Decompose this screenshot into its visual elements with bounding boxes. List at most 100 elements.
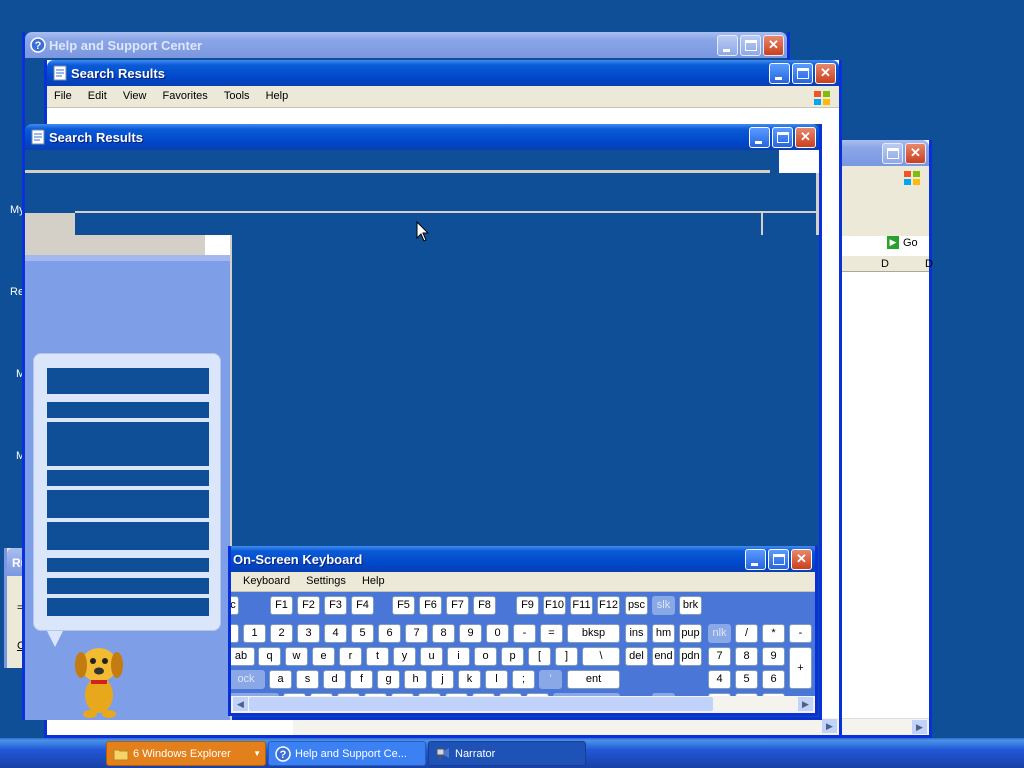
backspace-key[interactable]: bksp	[567, 624, 620, 643]
key[interactable]: F1	[270, 596, 293, 615]
key[interactable]: [	[528, 647, 551, 666]
horizontal-scrollbar[interactable]: ▶	[293, 718, 839, 735]
key[interactable]: 5	[735, 670, 758, 689]
menu-file[interactable]: File	[47, 86, 78, 102]
maximize-button[interactable]	[792, 63, 813, 84]
scroll-thumb[interactable]	[249, 697, 713, 711]
key[interactable]: 2	[270, 624, 293, 643]
key[interactable]: g	[377, 670, 400, 689]
scroll-left-icon[interactable]: ◀	[233, 697, 248, 711]
search-option[interactable]	[47, 598, 209, 616]
key[interactable]: q	[258, 647, 281, 666]
scroll-right-icon[interactable]: ▶	[912, 720, 927, 734]
key[interactable]: del	[625, 647, 648, 666]
key[interactable]: 1	[243, 624, 266, 643]
go-button[interactable]: ▶ Go	[887, 234, 929, 252]
close-button[interactable]: ✕	[763, 35, 784, 56]
key[interactable]: 5	[351, 624, 374, 643]
key[interactable]: y	[393, 647, 416, 666]
key[interactable]: w	[285, 647, 308, 666]
search-option[interactable]	[47, 522, 209, 550]
key[interactable]: p	[501, 647, 524, 666]
menu-view[interactable]: View	[116, 86, 153, 102]
maximize-button[interactable]	[772, 127, 793, 148]
key[interactable]: '	[539, 670, 562, 689]
menu-keyboard[interactable]: Keyboard	[231, 572, 296, 587]
key[interactable]: r	[339, 647, 362, 666]
key[interactable]: 8	[432, 624, 455, 643]
maximize-button[interactable]	[740, 35, 761, 56]
search-option[interactable]	[47, 558, 209, 572]
plus-key[interactable]: +	[789, 647, 812, 689]
minimize-button[interactable]	[749, 127, 770, 148]
menu-help[interactable]: Help	[259, 86, 295, 102]
key[interactable]: nlk	[708, 624, 731, 643]
key[interactable]: k	[458, 670, 481, 689]
enter-key[interactable]: ent	[567, 670, 620, 689]
key[interactable]: F6	[419, 596, 442, 615]
taskbar-item-windows-explorer[interactable]: 6 Windows Explorer ▼	[106, 741, 266, 766]
key[interactable]: hm	[652, 624, 675, 643]
key[interactable]: 6	[762, 670, 785, 689]
horizontal-scrollbar[interactable]: ◀ ▶	[231, 696, 815, 713]
key[interactable]: 0	[486, 624, 509, 643]
search-option[interactable]	[47, 490, 209, 518]
menu-edit[interactable]: Edit	[81, 86, 113, 102]
search-option[interactable]	[47, 470, 209, 486]
key[interactable]: ins	[625, 624, 648, 643]
scroll-right-icon[interactable]: ▶	[798, 697, 813, 711]
key[interactable]: 6	[378, 624, 401, 643]
key[interactable]: e	[312, 647, 335, 666]
menu-tools[interactable]: Tools	[217, 86, 256, 102]
key[interactable]: d	[323, 670, 346, 689]
key[interactable]: c	[231, 596, 239, 615]
search-option[interactable]	[47, 402, 209, 418]
key[interactable]: ;	[512, 670, 535, 689]
key[interactable]: 9	[459, 624, 482, 643]
key[interactable]: 8	[735, 647, 758, 666]
key[interactable]: brk	[679, 596, 702, 615]
key[interactable]: F4	[351, 596, 374, 615]
close-button[interactable]: ✕	[795, 127, 816, 148]
key[interactable]: /	[735, 624, 758, 643]
key[interactable]: i	[447, 647, 470, 666]
key[interactable]: s	[296, 670, 319, 689]
osk-titlebar[interactable]: On-Screen Keyboard ✕	[231, 546, 815, 572]
search-option[interactable]	[47, 422, 209, 466]
key[interactable]: 9	[762, 647, 785, 666]
minimize-button[interactable]	[717, 35, 738, 56]
search-option[interactable]	[47, 368, 209, 394]
scroll-right-icon[interactable]: ▶	[822, 719, 837, 733]
caps-lock-key[interactable]: ock	[231, 670, 265, 689]
key[interactable]: F2	[297, 596, 320, 615]
key[interactable]: 7	[708, 647, 731, 666]
vertical-scrollbar[interactable]	[816, 173, 819, 235]
key[interactable]: 4	[708, 670, 731, 689]
key[interactable]: -	[789, 624, 812, 643]
tab-key[interactable]: ab	[231, 647, 255, 666]
key[interactable]: j	[431, 670, 454, 689]
close-button[interactable]: ✕	[905, 143, 926, 164]
menu-help[interactable]: Help	[355, 572, 391, 587]
menu-favorites[interactable]: Favorites	[156, 86, 214, 102]
key[interactable]: t	[366, 647, 389, 666]
key[interactable]: 4	[324, 624, 347, 643]
key[interactable]: F12	[597, 596, 620, 615]
key[interactable]: ]	[555, 647, 578, 666]
key[interactable]: 3	[297, 624, 320, 643]
key[interactable]: psc	[625, 596, 648, 615]
close-button[interactable]: ✕	[815, 63, 836, 84]
key[interactable]: o	[474, 647, 497, 666]
key[interactable]	[231, 624, 239, 643]
key[interactable]: F10	[543, 596, 566, 615]
key[interactable]: f	[350, 670, 373, 689]
key[interactable]: F11	[570, 596, 593, 615]
taskbar-item-narrator[interactable]: Narrator	[428, 741, 586, 766]
key[interactable]: F9	[516, 596, 539, 615]
search-option[interactable]	[47, 578, 209, 594]
taskbar-item-help-center[interactable]: ? Help and Support Ce...	[268, 741, 426, 766]
menu-settings[interactable]: Settings	[299, 572, 352, 587]
minimize-button[interactable]	[769, 63, 790, 84]
help-center-titlebar[interactable]: ? Help and Support Center ✕	[25, 32, 787, 58]
minimize-button[interactable]	[745, 549, 766, 570]
